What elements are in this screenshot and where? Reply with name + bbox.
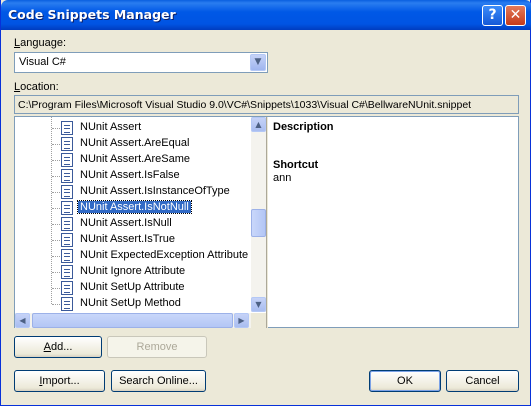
tree-item[interactable]: NUnit SetUp Method xyxy=(15,296,250,312)
snippet-document-icon xyxy=(61,137,73,151)
language-value: Visual C# xyxy=(19,56,66,68)
cancel-button[interactable]: Cancel xyxy=(446,370,519,392)
tree-item[interactable]: NUnit Assert.AreEqual xyxy=(15,136,250,152)
snippet-document-icon xyxy=(61,201,73,215)
tree-branch-line xyxy=(52,240,60,241)
code-snippets-manager-window: Code Snippets Manager ? ✕ Language: Visu… xyxy=(0,0,531,406)
tree-item-label: NUnit Assert.IsNotNull xyxy=(77,200,192,214)
language-label: Language: xyxy=(14,37,66,49)
title-bar[interactable]: Code Snippets Manager ? ✕ xyxy=(1,0,531,30)
tree-branch-line xyxy=(52,144,60,145)
language-dropdown[interactable]: Visual C# ▼ xyxy=(14,52,268,73)
chevron-down-icon[interactable]: ▼ xyxy=(250,54,266,71)
tree-branch-line xyxy=(52,288,60,289)
arrow-left-icon[interactable]: ◀ xyxy=(15,313,30,328)
tree-item[interactable]: NUnit Assert.IsNotNull xyxy=(15,200,250,216)
tree-branch-line xyxy=(52,192,60,193)
description-heading: Description xyxy=(273,121,334,133)
tree-item[interactable]: NUnit Assert.IsNull xyxy=(15,216,250,232)
tree-item[interactable]: NUnit Assert.AreSame xyxy=(15,152,250,168)
remove-button[interactable]: Remove xyxy=(107,336,207,358)
tree-item-label: NUnit SetUp Attribute xyxy=(80,281,185,293)
tree-item-label: NUnit Assert.AreEqual xyxy=(80,137,190,149)
snippets-panel: NUnit Assert NUnit Assert.AreEqual NUnit A… xyxy=(14,116,519,328)
import-button[interactable]: Import... xyxy=(14,370,105,392)
tree-item[interactable]: NUnit Assert.IsFalse xyxy=(15,168,250,184)
tree-item-label: NUnit SetUp Method xyxy=(80,297,181,309)
tree-item-label: NUnit Assert.IsFalse xyxy=(80,169,180,181)
tree-vertical-scrollbar[interactable]: ▲ ▼ xyxy=(251,117,266,312)
tree-item[interactable]: NUnit ExpectedException Attribute xyxy=(15,248,250,264)
ok-button[interactable]: OK xyxy=(369,370,441,392)
tree-item[interactable]: NUnit SetUp Attribute xyxy=(15,280,250,296)
snippet-document-icon xyxy=(61,121,73,135)
window-title: Code Snippets Manager xyxy=(8,7,176,22)
tree-item[interactable]: NUnit Ignore Attribute xyxy=(15,264,250,280)
location-field[interactable]: C:\Program Files\Microsoft Visual Studio… xyxy=(14,95,519,114)
tree-branch-line xyxy=(52,160,60,161)
location-label-text: ocation: xyxy=(20,81,59,93)
tree-item-label: NUnit Assert.AreSame xyxy=(80,153,191,165)
tree-branch-line xyxy=(52,256,60,257)
add-button-label: dd... xyxy=(50,341,73,353)
language-label-text: anguage: xyxy=(20,37,67,49)
snippet-document-icon xyxy=(61,249,73,263)
snippet-document-icon xyxy=(61,217,73,231)
arrow-up-icon[interactable]: ▲ xyxy=(251,117,266,132)
tree-item[interactable]: NUnit Assert xyxy=(15,120,250,136)
add-button[interactable]: Add... xyxy=(14,336,102,358)
tree-branch-line xyxy=(52,224,60,225)
tree-branch-line xyxy=(52,176,60,177)
snippet-document-icon xyxy=(61,169,73,183)
tree-item[interactable]: NUnit Assert.IsTrue xyxy=(15,232,250,248)
tree-item-label: NUnit ExpectedException Attribute xyxy=(80,249,249,261)
snippet-document-icon xyxy=(61,265,73,279)
snippet-document-icon xyxy=(61,153,73,167)
search-online-button[interactable]: Search Online... xyxy=(111,370,206,392)
location-value: C:\Program Files\Microsoft Visual Studio… xyxy=(18,99,472,111)
tree-branch-line xyxy=(52,208,60,209)
snippet-document-icon xyxy=(61,233,73,247)
tree-item-label: NUnit Ignore Attribute xyxy=(80,265,186,277)
panel-splitter[interactable] xyxy=(266,117,268,328)
horizontal-scroll-thumb[interactable] xyxy=(32,313,233,328)
tree-branch-line xyxy=(52,304,60,305)
shortcut-value: ann xyxy=(273,172,292,184)
tree-item-label: NUnit Assert xyxy=(80,121,142,133)
tree-item-label: NUnit Assert.IsTrue xyxy=(80,233,175,245)
vertical-scroll-thumb[interactable] xyxy=(251,209,266,237)
arrow-down-icon[interactable]: ▼ xyxy=(251,297,266,312)
add-button-accel: A xyxy=(43,341,51,353)
tree-branch-line xyxy=(52,272,60,273)
location-label: Location: xyxy=(14,81,59,93)
import-button-label: mport... xyxy=(42,375,80,387)
snippet-tree[interactable]: NUnit Assert NUnit Assert.AreEqual NUnit A… xyxy=(15,117,265,312)
tree-branch-line xyxy=(52,128,60,129)
tree-item[interactable]: NUnit Assert.IsInstanceOfType xyxy=(15,184,250,200)
close-button[interactable]: ✕ xyxy=(505,5,526,26)
scrollbar-corner xyxy=(251,313,266,328)
help-button[interactable]: ? xyxy=(482,5,503,26)
arrow-right-icon[interactable]: ▶ xyxy=(234,313,249,328)
tree-item-label: NUnit Assert.IsInstanceOfType xyxy=(80,185,230,197)
tree-item-label: NUnit Assert.IsNull xyxy=(80,217,172,229)
shortcut-heading: Shortcut xyxy=(273,159,319,171)
snippet-document-icon xyxy=(61,185,73,199)
tree-horizontal-scrollbar[interactable]: ◀ ▶ xyxy=(15,313,251,328)
snippet-document-icon xyxy=(61,297,73,311)
snippet-document-icon xyxy=(61,281,73,295)
